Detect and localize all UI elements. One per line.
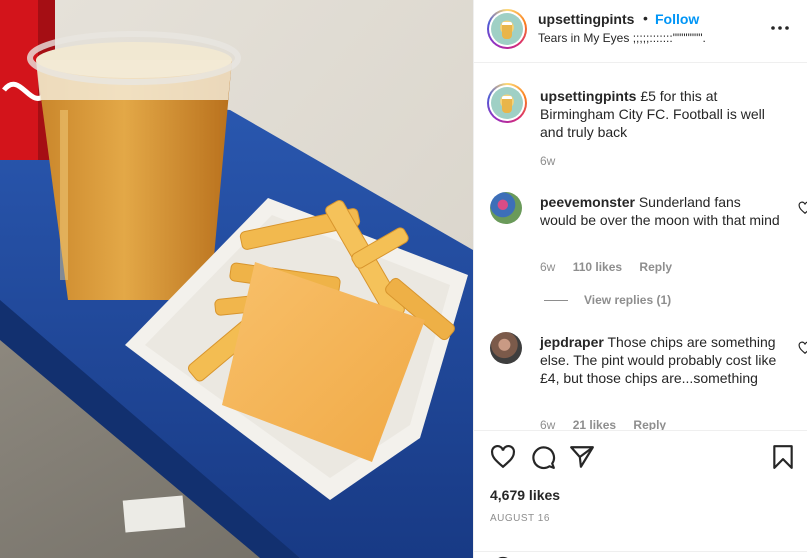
bookmark-icon[interactable] (770, 444, 796, 470)
view-replies-label: View replies (1) (584, 293, 672, 307)
comments-list[interactable]: upsettingpints £5 for this at Birmingham… (474, 64, 807, 430)
follow-button[interactable]: Follow (655, 11, 699, 27)
comment-time[interactable]: 6w (540, 260, 555, 274)
comment-icon[interactable] (530, 444, 556, 470)
caption-username[interactable]: upsettingpints (540, 88, 636, 104)
caption-meta: 6w (540, 154, 569, 168)
commenter-avatar[interactable] (490, 332, 522, 364)
header-username[interactable]: upsettingpints (538, 11, 634, 27)
like-count[interactable]: 4,679 likes (490, 487, 560, 503)
post-photo[interactable] (0, 0, 473, 558)
post-header: upsettingpints • Follow Tears in My Eyes… (474, 0, 807, 63)
heart-icon[interactable] (490, 444, 516, 470)
caption-avatar[interactable] (487, 83, 527, 123)
comment-like-icon[interactable] (798, 341, 807, 355)
post-side-panel: upsettingpints • Follow Tears in My Eyes… (473, 0, 807, 558)
separator-dot: • (643, 10, 648, 26)
more-options-icon[interactable] (770, 18, 790, 38)
add-comment-bar[interactable] (474, 551, 807, 558)
reply-button[interactable]: Reply (633, 418, 666, 430)
comment-username[interactable]: peevemonster (540, 194, 635, 210)
comment-text: jepdraper Those chips are something else… (540, 333, 780, 387)
post-actions: 4,679 likes AUGUST 16 (474, 430, 807, 558)
share-icon[interactable] (569, 444, 595, 470)
beer-and-chips-photo (0, 0, 473, 558)
comment-likes[interactable]: 21 likes (573, 418, 616, 430)
audio-label[interactable]: Tears in My Eyes ;;;;;:::::::""""""". (538, 31, 706, 45)
commenter-avatar[interactable] (490, 192, 522, 224)
caption-time[interactable]: 6w (540, 154, 555, 168)
comment-meta: 6w 21 likes Reply (540, 418, 680, 430)
comment-username[interactable]: jepdraper (540, 334, 604, 350)
comment-likes[interactable]: 110 likes (573, 260, 622, 274)
profile-avatar[interactable] (487, 9, 527, 49)
comment-time[interactable]: 6w (540, 418, 555, 430)
divider-line (544, 299, 568, 301)
caption-text: upsettingpints £5 for this at Birmingham… (540, 87, 780, 141)
post-date[interactable]: AUGUST 16 (490, 513, 550, 524)
comment-text: peevemonster Sunderland fans would be ov… (540, 193, 780, 229)
reply-button[interactable]: Reply (639, 260, 672, 274)
comment-meta: 6w 110 likes Reply (540, 260, 686, 274)
comment-like-icon[interactable] (798, 201, 807, 215)
view-replies-button[interactable]: View replies (1) (544, 293, 671, 307)
